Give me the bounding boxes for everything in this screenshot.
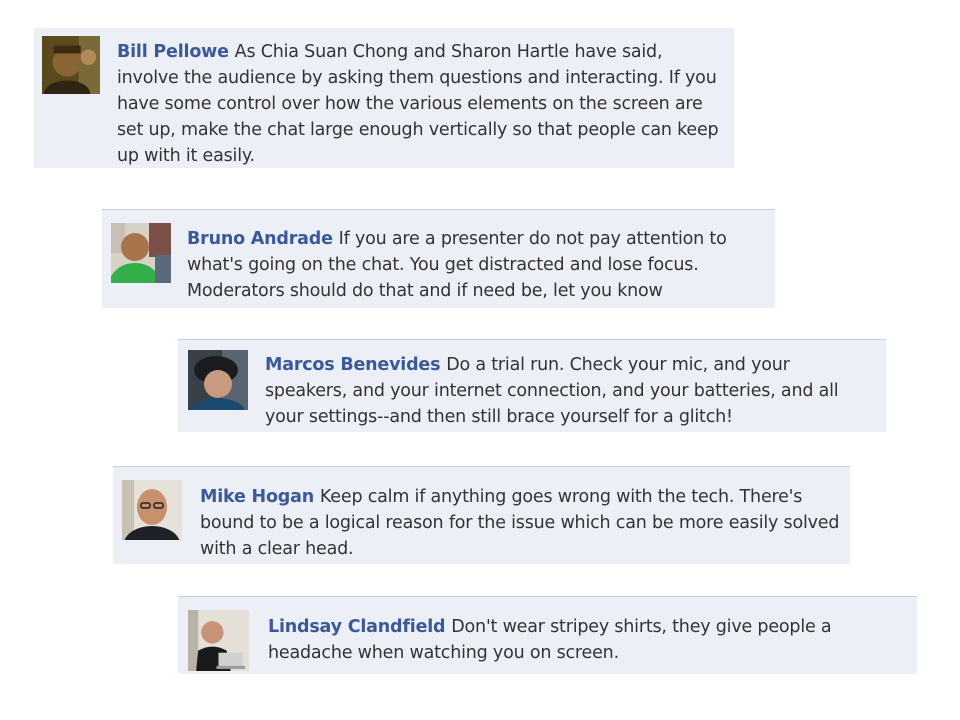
avatar[interactable] xyxy=(188,350,248,410)
avatar[interactable] xyxy=(188,610,249,671)
comment-item: Bruno Andrade If you are a presenter do … xyxy=(102,209,775,308)
avatar[interactable] xyxy=(122,480,182,540)
author-link[interactable]: Bill Pellowe xyxy=(117,42,235,62)
comment-item: Bill Pellowe As Chia Suan Chong and Shar… xyxy=(34,28,734,168)
avatar[interactable] xyxy=(111,223,171,283)
author-link[interactable]: Lindsay Clandfield xyxy=(268,617,451,637)
author-link[interactable]: Marcos Benevides xyxy=(265,355,446,375)
avatar[interactable] xyxy=(42,36,100,94)
comment-item: Marcos Benevides Do a trial run. Check y… xyxy=(178,339,886,432)
comment-item: Lindsay Clandfield Don't wear stripey sh… xyxy=(178,596,917,674)
author-link[interactable]: Mike Hogan xyxy=(200,487,320,507)
author-link[interactable]: Bruno Andrade xyxy=(187,229,339,249)
comment-item: Mike Hogan Keep calm if anything goes wr… xyxy=(113,466,850,564)
